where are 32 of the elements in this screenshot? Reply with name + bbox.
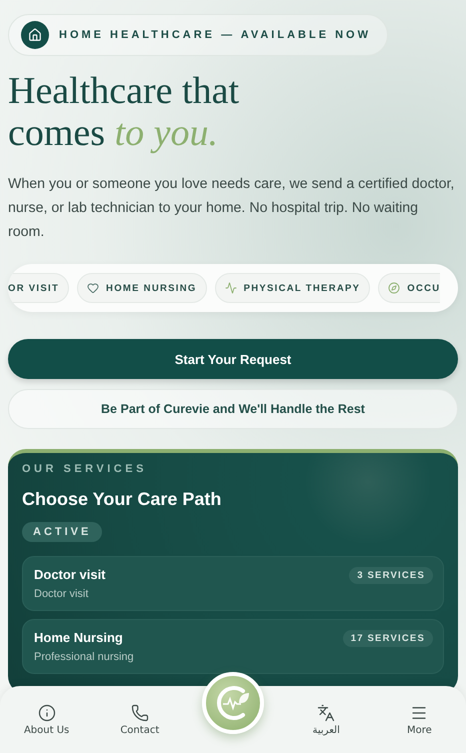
home-logo-button[interactable] bbox=[202, 672, 264, 734]
translate-icon bbox=[317, 704, 336, 722]
service-subtitle: Doctor visit bbox=[34, 588, 90, 600]
phone-icon bbox=[130, 704, 149, 722]
nav-item[interactable]: العربية bbox=[308, 700, 344, 740]
service-count: 3 SERVICES bbox=[349, 567, 433, 584]
hero-title: Healthcare that comes to you. bbox=[8, 70, 240, 154]
info-icon bbox=[38, 704, 56, 722]
home-icon bbox=[21, 21, 49, 49]
service-title: Doctor visit bbox=[34, 567, 106, 582]
nav-item[interactable]: About Us bbox=[20, 700, 74, 740]
service-chip[interactable]: HOME NURSING bbox=[77, 273, 207, 303]
compass-icon bbox=[388, 282, 400, 294]
service-chip[interactable]: OCCU bbox=[378, 273, 440, 303]
status-tag: ACTIVE bbox=[22, 522, 102, 542]
service-title: Home Nursing bbox=[34, 630, 124, 645]
start-request-button[interactable]: Start Your Request bbox=[8, 339, 458, 379]
badge-text: HOME HEALTHCARE — AVAILABLE NOW bbox=[59, 29, 371, 41]
join-button[interactable]: Be Part of Curevie and We'll Handle the Rest bbox=[8, 389, 458, 429]
nav-item[interactable]: Contact bbox=[116, 700, 164, 740]
service-item[interactable]: Home Nursing Professional nursing 17 SERVICES bbox=[22, 619, 444, 674]
pulse-icon bbox=[224, 282, 237, 294]
nav-item[interactable]: More bbox=[402, 700, 436, 740]
service-subtitle: Professional nursing bbox=[34, 651, 134, 663]
service-chip[interactable]: PHYSICAL THERAPY bbox=[214, 273, 370, 303]
section-eyebrow: OUR SERVICES bbox=[22, 463, 148, 475]
service-item[interactable]: Doctor visit Doctor visit 3 SERVICES bbox=[22, 556, 444, 611]
section-title: Choose Your Care Path bbox=[22, 489, 222, 510]
service-count: 17 SERVICES bbox=[342, 630, 433, 647]
service-chip[interactable]: OR VISIT bbox=[8, 273, 70, 303]
heart-icon bbox=[87, 282, 100, 294]
hero-description: When you or someone you love needs care, we send a certified doctor, nurse, or lab technician to your home. No hospital trip. No waiting room. bbox=[8, 175, 456, 242]
